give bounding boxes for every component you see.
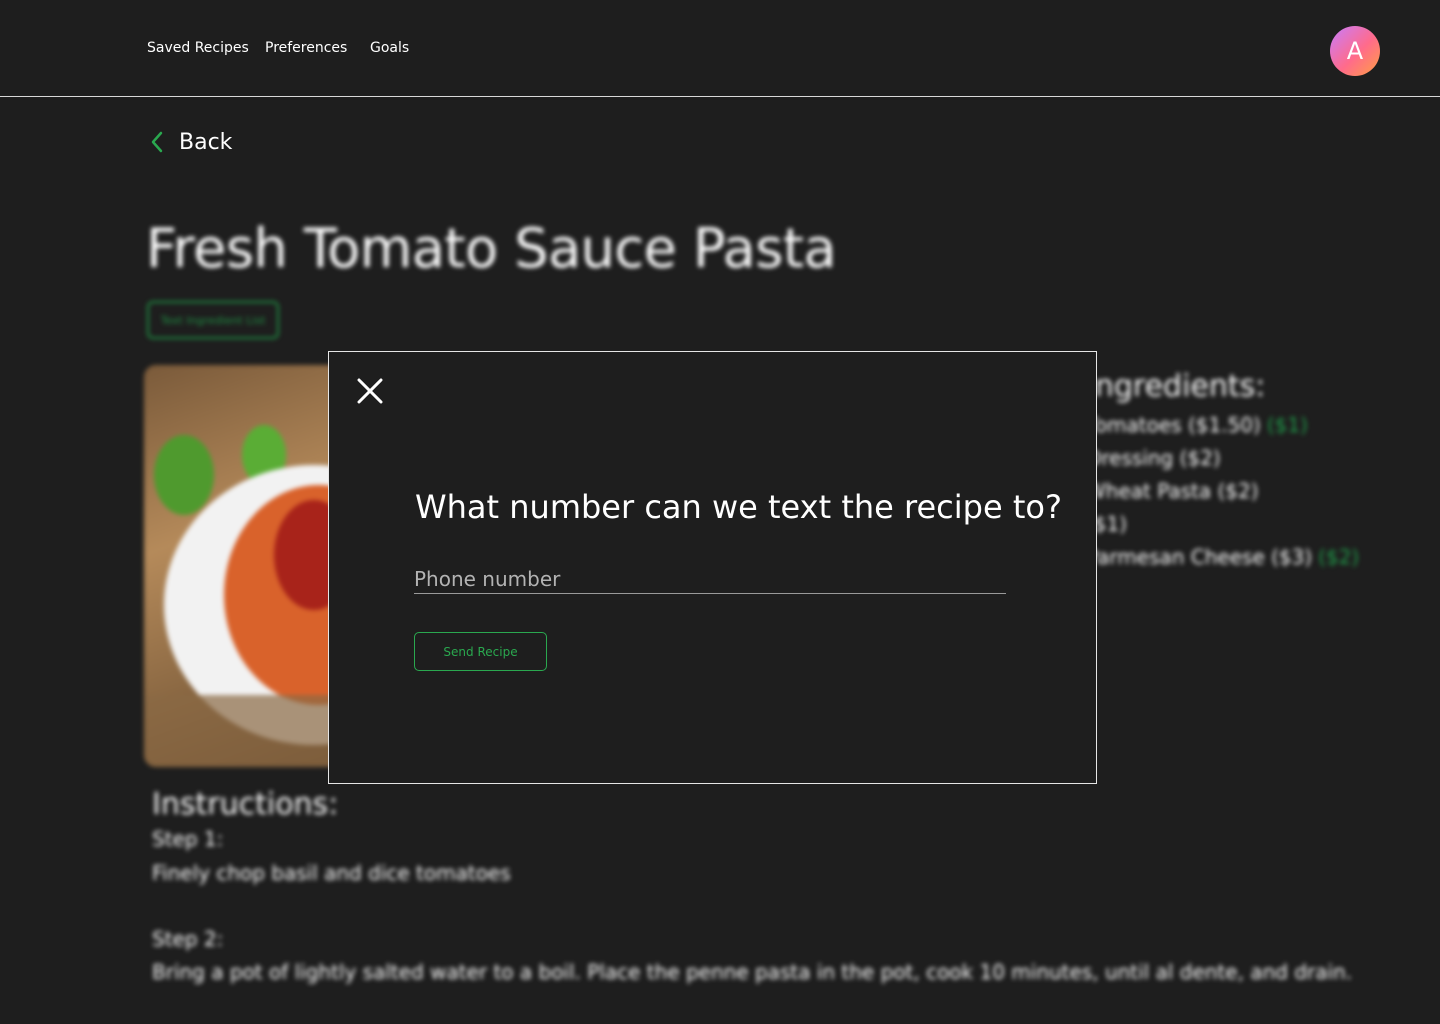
ingredient-text: Dressing ($2) <box>1086 446 1221 470</box>
ingredient-text: Wheat Pasta ($2) <box>1086 479 1259 503</box>
ingredient-item: Wheat Pasta ($2) <box>1086 479 1259 503</box>
ingredient-item: Dressing ($2) <box>1086 446 1221 470</box>
modal-question: What number can we text the recipe to? <box>415 488 1062 526</box>
nav-goals[interactable]: Goals <box>370 40 409 56</box>
ingredient-item: Parmesan Cheese ($3) ($2) <box>1086 545 1359 569</box>
ingredient-sale-price: ($1) <box>1266 413 1308 437</box>
step-label: Step 1: <box>152 827 224 851</box>
ingredient-sale-price: ($2) <box>1318 545 1360 569</box>
nav-saved-recipes[interactable]: Saved Recipes <box>147 40 249 56</box>
text-ingredient-list-button[interactable]: Text Ingredient List <box>147 301 279 339</box>
step-label: Step 2: <box>152 927 224 951</box>
step-text: Bring a pot of lightly salted water to a… <box>152 960 1353 984</box>
ingredient-item: Tomatoes ($1.50) ($1) <box>1086 413 1308 437</box>
ingredient-text: Parmesan Cheese ($3) <box>1086 545 1313 569</box>
instructions-title: Instructions: <box>152 787 339 822</box>
close-icon[interactable] <box>355 376 385 406</box>
phone-number-input[interactable] <box>414 564 1006 594</box>
nav-preferences[interactable]: Preferences <box>265 40 347 56</box>
send-recipe-button[interactable]: Send Recipe <box>414 632 547 671</box>
step-text: Finely chop basil and dice tomatoes <box>152 861 511 885</box>
recipe-photo <box>144 365 344 767</box>
avatar[interactable]: A <box>1330 26 1380 76</box>
text-recipe-modal: What number can we text the recipe to? S… <box>328 351 1097 784</box>
recipe-title: Fresh Tomato Sauce Pasta <box>146 217 837 280</box>
top-navigation: Saved Recipes Preferences Goals A <box>0 0 1440 97</box>
avatar-initial: A <box>1346 37 1364 65</box>
ingredient-text: Tomatoes ($1.50) <box>1086 413 1261 437</box>
ingredients-title: Ingredients: <box>1086 369 1266 404</box>
